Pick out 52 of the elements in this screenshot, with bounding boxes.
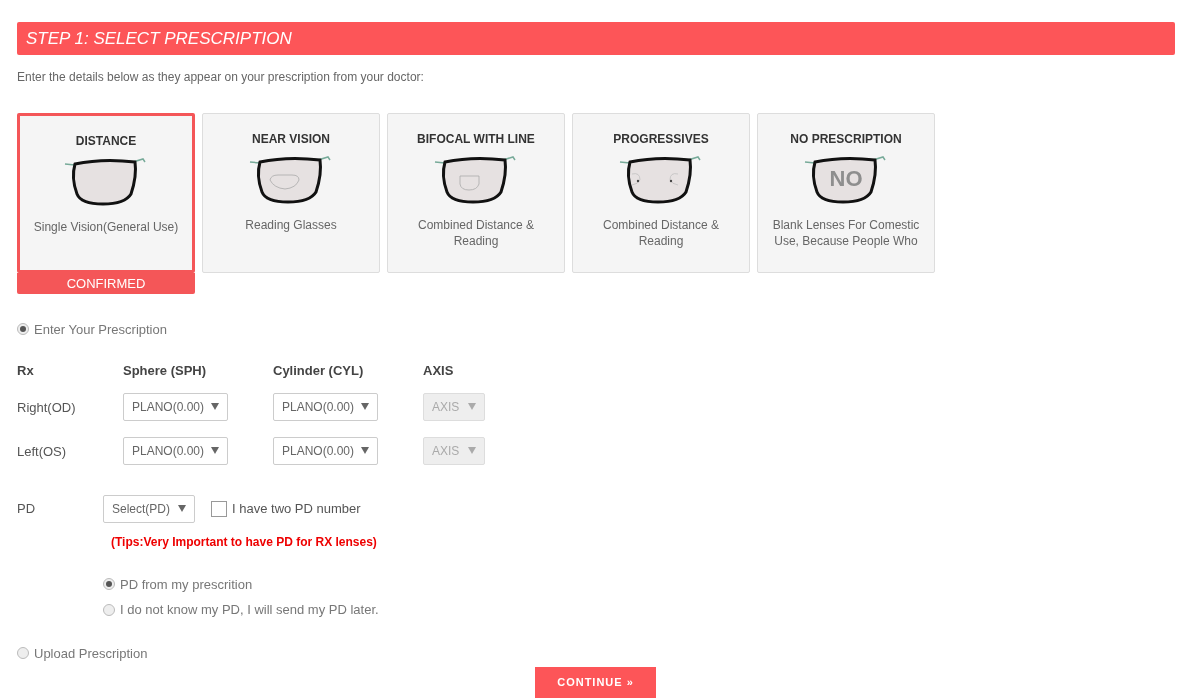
caret-icon	[468, 447, 476, 454]
prescription-card[interactable]: NO PRESCRIPTION NO Blank Lenses For Comestic Use, Because People Who	[757, 112, 935, 273]
radio-button[interactable]	[17, 323, 29, 336]
checkbox[interactable]	[211, 500, 227, 517]
prescription-card[interactable]: DISTANCE Single Vision(General Use)	[17, 112, 195, 273]
radio-label: Upload Prescription	[34, 644, 148, 663]
dropdown: AXIS	[423, 392, 485, 421]
column-header: Sphere (SPH)	[123, 362, 208, 380]
card-title: BIFOCAL WITH LINE	[417, 130, 535, 148]
row-label: Right(OD)	[17, 399, 76, 415]
card-description: Blank Lenses For Comestic Use, Because People Who	[771, 216, 921, 249]
dropdown[interactable]: PLANO(0.00)	[273, 436, 378, 465]
dropdown[interactable]: PLANO(0.00)	[123, 436, 228, 465]
radio-button[interactable]	[103, 578, 115, 591]
tip-text: (Tips:Very Important to have PD for RX lenses)	[111, 534, 377, 549]
card-title: NO PRESCRIPTION	[790, 130, 902, 148]
caret-icon	[468, 403, 476, 410]
column-header: Rx	[17, 362, 35, 380]
card-title: DISTANCE	[75, 132, 137, 150]
dropdown[interactable]: Select(PD)	[103, 494, 195, 523]
caret-icon	[211, 403, 219, 410]
caret-icon	[361, 447, 369, 454]
row-label: Left(OS)	[17, 443, 67, 459]
card-title: PROGRESSIVES	[613, 130, 709, 148]
radio-label: I do not know my PD, I will send my PD later.	[120, 601, 379, 619]
continue-button[interactable]: CONTINUE »	[535, 667, 656, 698]
dropdown: AXIS	[423, 436, 485, 465]
prescription-card[interactable]: NEAR VISION Reading Glasses	[202, 112, 380, 273]
card-title: NEAR VISION	[252, 130, 330, 148]
dropdown[interactable]: PLANO(0.00)	[123, 392, 228, 421]
card-description: Single Vision(General Use)	[32, 218, 180, 235]
card-description: Combined Distance & Reading	[416, 216, 536, 249]
prescription-card[interactable]: PROGRESSIVES Combined Distance & Reading	[572, 112, 750, 273]
caret-icon	[211, 447, 219, 454]
radio-label: PD from my prescrition	[120, 575, 253, 594]
radio-button[interactable]	[17, 647, 29, 660]
checkbox-label: I have two PD number	[232, 499, 361, 518]
caret-icon	[178, 505, 186, 512]
column-header: AXIS	[423, 362, 455, 380]
prescription-card[interactable]: BIFOCAL WITH LINE Combined Distance & Reading	[387, 112, 565, 273]
dropdown[interactable]: PLANO(0.00)	[273, 392, 378, 421]
header-title: STEP 1: SELECT PRESCRIPTION	[26, 27, 292, 50]
column-header: Cylinder (CYL)	[273, 362, 365, 380]
lens-label: NO	[829, 166, 863, 191]
confirmed-label: CONFIRMED	[17, 272, 195, 294]
intro-text: Enter the details below as they appear on your prescription from your doctor:	[17, 68, 425, 86]
radio-label: Enter Your Prescription	[34, 320, 167, 339]
pd-label: PD	[17, 499, 37, 518]
radio-button[interactable]	[103, 603, 115, 616]
caret-icon	[361, 403, 369, 410]
card-description: Reading Glasses	[244, 216, 338, 233]
card-description: Combined Distance & Reading	[601, 216, 721, 249]
